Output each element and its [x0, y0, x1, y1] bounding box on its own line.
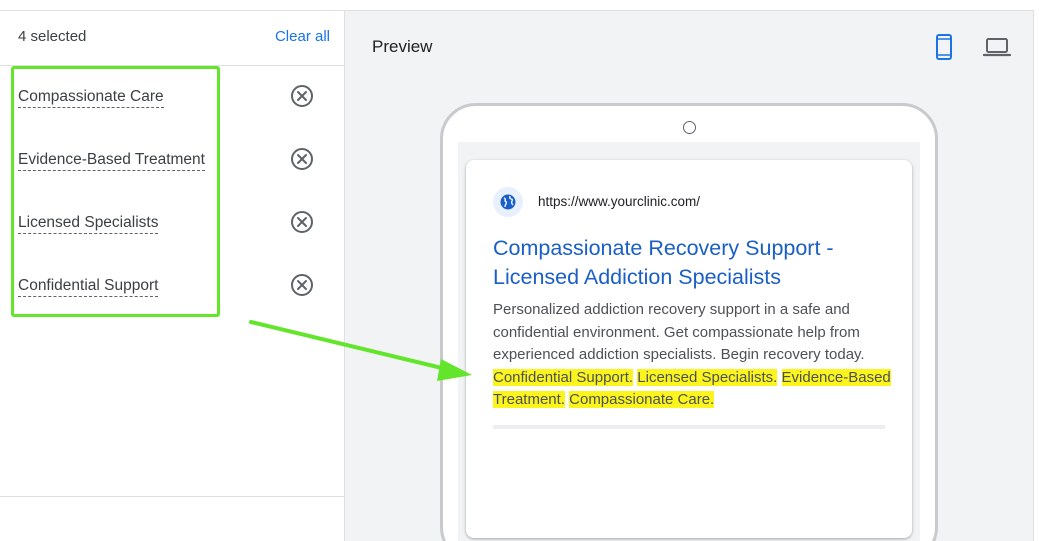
preview-title: Preview — [372, 37, 433, 56]
highlighted-callout: Compassionate Care. — [569, 391, 715, 408]
phone-screen: https://www.yourclinic.com/ Compassionat… — [458, 142, 920, 541]
ad-description-text: Personalized addiction recovery support … — [493, 301, 865, 363]
globe-icon — [493, 187, 523, 217]
ad-headline-line: Compassionate Recovery Support - — [493, 236, 834, 260]
selected-assets-panel: 4 selected Clear all Compassionate Care … — [0, 10, 344, 541]
mobile-icon[interactable] — [930, 33, 958, 61]
remove-icon[interactable] — [290, 273, 314, 297]
divider — [493, 425, 885, 429]
selected-item-label[interactable]: Licensed Specialists — [18, 214, 159, 234]
phone-frame: https://www.yourclinic.com/ Compassionat… — [440, 103, 938, 541]
selected-item-label[interactable]: Confidential Support — [18, 277, 159, 297]
laptop-icon[interactable] — [982, 33, 1012, 61]
selected-item-label[interactable]: Compassionate Care — [18, 88, 164, 108]
preview-panel: Preview https://www.yourclinic.com/ Comp… — [344, 10, 1034, 541]
selected-item: Compassionate Care — [0, 77, 344, 117]
selected-item: Evidence-Based Treatment — [0, 140, 344, 180]
ad-preview-card: https://www.yourclinic.com/ Compassionat… — [466, 160, 912, 538]
remove-icon[interactable] — [290, 210, 314, 234]
selected-item: Licensed Specialists — [0, 203, 344, 243]
ad-headline-line: Licensed Addiction Specialists — [493, 265, 782, 289]
clear-all-button[interactable]: Clear all — [275, 28, 330, 45]
selected-item-label[interactable]: Evidence-Based Treatment — [18, 151, 205, 171]
ad-description: Personalized addiction recovery support … — [493, 299, 893, 412]
selected-item: Confidential Support — [0, 266, 344, 306]
divider — [0, 496, 344, 497]
phone-camera — [683, 121, 696, 134]
selected-count: 4 selected — [18, 28, 87, 45]
remove-icon[interactable] — [290, 147, 314, 171]
selection-header: 4 selected Clear all — [0, 11, 344, 66]
highlighted-callout: Confidential Support. — [493, 368, 634, 386]
remove-icon[interactable] — [290, 84, 314, 108]
ad-display-url[interactable]: https://www.yourclinic.com/ — [538, 194, 700, 209]
ad-headline[interactable]: Compassionate Recovery Support - License… — [493, 234, 893, 292]
highlighted-callout: Licensed Specialists. — [637, 368, 778, 386]
